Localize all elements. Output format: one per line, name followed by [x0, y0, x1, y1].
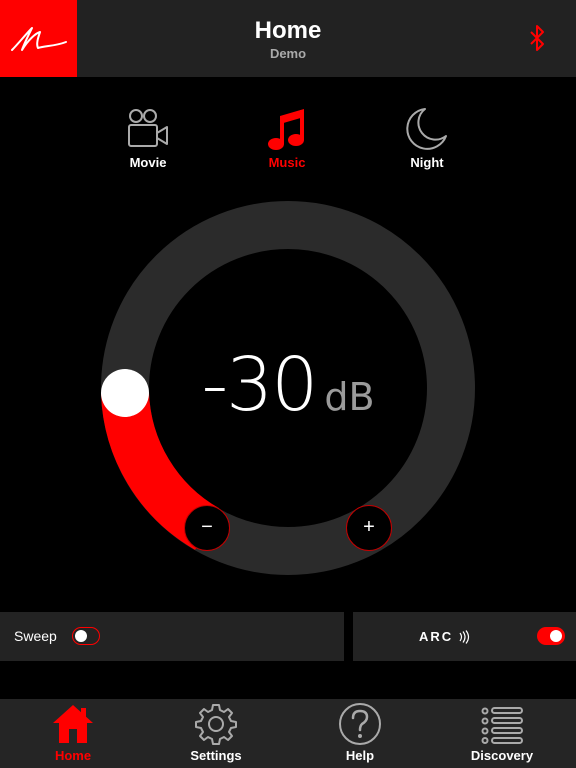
tab-discovery-label: Discovery [470, 748, 534, 763]
volume-up-button[interactable]: + [346, 505, 392, 551]
tab-home[interactable]: Home [23, 699, 123, 768]
arc-toggle-thumb [550, 630, 562, 642]
volume-unit: dB [324, 375, 375, 419]
mode-music[interactable]: Music [242, 106, 332, 176]
mode-music-label: Music [268, 155, 306, 170]
mode-movie[interactable]: Movie [103, 106, 193, 176]
moon-icon [406, 108, 447, 150]
volume-down-button[interactable]: − [184, 505, 230, 551]
tab-bar: Home Settings Help Discovery [0, 699, 576, 768]
arc-waves-icon [459, 630, 470, 644]
header-bar: Home Demo [0, 0, 576, 77]
arc-label: ARC [419, 629, 454, 644]
house-icon [53, 705, 93, 743]
tab-settings[interactable]: Settings [166, 699, 266, 768]
tab-home-label: Home [54, 748, 92, 763]
page-subtitle: Demo [269, 46, 307, 61]
tab-help-label: Help [345, 748, 375, 763]
volume-knob[interactable] [101, 369, 149, 417]
sweep-toggle[interactable] [72, 627, 100, 645]
tab-settings-label: Settings [190, 748, 242, 763]
volume-value: -30 [201, 342, 318, 428]
tab-discovery[interactable]: Discovery [452, 699, 552, 768]
sweep-toggle-thumb [75, 630, 87, 642]
bluetooth-icon[interactable] [524, 24, 550, 52]
movie-camera-icon [128, 109, 168, 147]
volume-readout: -30 dB [100, 342, 476, 428]
list-icon [481, 707, 523, 744]
sweep-label: Sweep [14, 628, 57, 644]
music-note-icon [268, 109, 304, 150]
mode-movie-label: Movie [129, 155, 167, 170]
mode-night[interactable]: Night [382, 106, 472, 176]
tab-help[interactable]: Help [310, 699, 410, 768]
arc-toggle[interactable] [537, 627, 565, 645]
page-title: Home [254, 17, 322, 44]
gear-icon [195, 704, 237, 745]
question-icon [339, 703, 381, 745]
volume-dial[interactable]: -30 dB − + [100, 200, 476, 576]
mode-night-label: Night [410, 155, 444, 170]
sweep-panel: Sweep [0, 612, 344, 661]
